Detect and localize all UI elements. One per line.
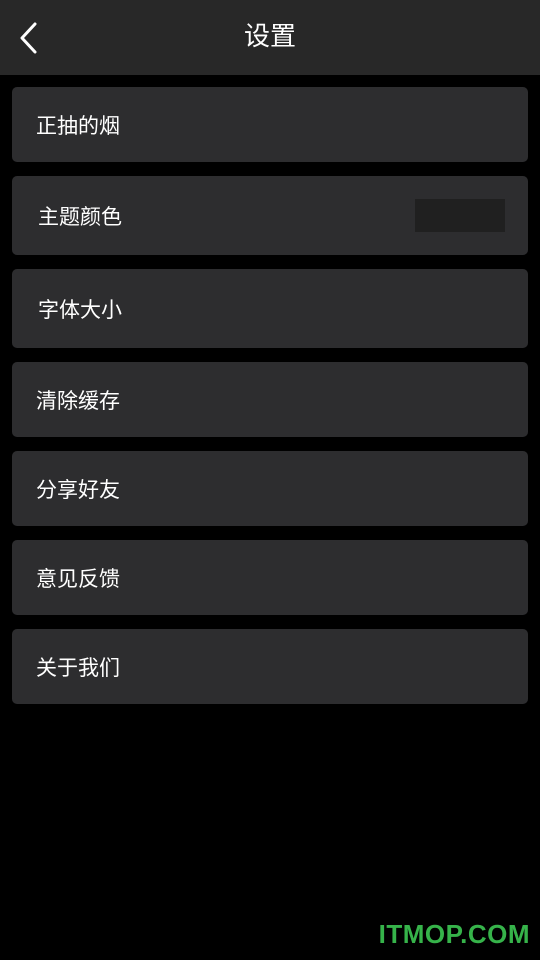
chevron-left-icon: [20, 22, 37, 54]
page-title: 设置: [243, 22, 296, 52]
setting-row-label: 正抽的烟: [36, 113, 120, 138]
setting-row-label: 主题颜色: [38, 204, 122, 229]
setting-row-feedback[interactable]: 意见反馈: [12, 540, 528, 615]
setting-row-font-size[interactable]: 字体大小: [12, 269, 528, 348]
setting-row-current-smoke[interactable]: 正抽的烟: [12, 87, 528, 162]
top-bar: 设置: [0, 0, 540, 75]
setting-row-label: 分享好友: [36, 477, 120, 502]
setting-row-label: 字体大小: [38, 297, 122, 322]
watermark-text: ITMOP.COM: [378, 919, 530, 949]
setting-row-theme-color[interactable]: 主题颜色: [12, 176, 528, 255]
theme-color-swatch[interactable]: [415, 199, 505, 232]
setting-row-clear-cache[interactable]: 清除缓存: [12, 362, 528, 437]
back-button[interactable]: [10, 14, 54, 62]
setting-row-about-us[interactable]: 关于我们: [12, 629, 528, 704]
setting-row-label: 意见反馈: [36, 566, 120, 591]
settings-screen: 设置 正抽的烟 主题颜色 字体大小 清除缓存 分享好友 意见反馈 关于我们 IT…: [0, 0, 540, 960]
setting-row-label: 清除缓存: [36, 388, 120, 413]
setting-row-label: 关于我们: [36, 655, 120, 680]
setting-row-share-friends[interactable]: 分享好友: [12, 451, 528, 526]
